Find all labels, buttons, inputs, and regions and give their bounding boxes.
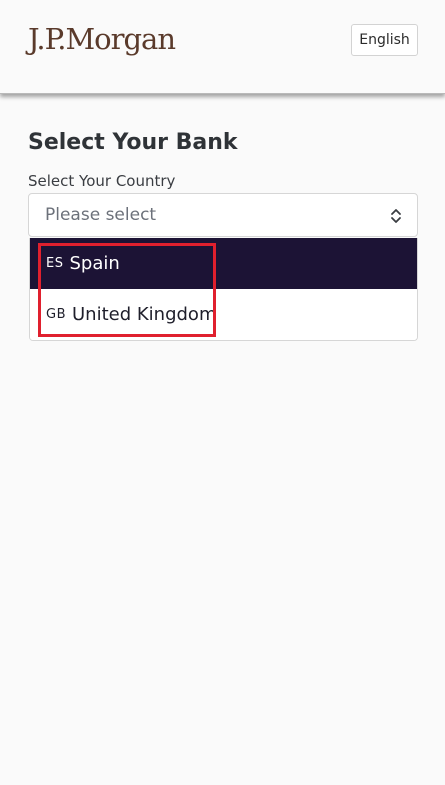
- country-name: Spain: [69, 253, 120, 274]
- option-spain[interactable]: ES Spain: [30, 238, 417, 289]
- country-code: GB: [46, 307, 66, 322]
- page-title: Select Your Bank: [28, 130, 238, 155]
- country-label: Select Your Country: [28, 172, 176, 190]
- chevron-up-down-icon: [391, 209, 401, 223]
- country-name: United Kingdom: [72, 304, 217, 325]
- jpmorgan-logo: J.P.Morgan: [28, 22, 176, 56]
- country-select[interactable]: Please select: [28, 193, 418, 237]
- option-united-kingdom[interactable]: GB United Kingdom: [30, 289, 417, 340]
- country-dropdown-list: ES Spain GB United Kingdom: [29, 238, 418, 341]
- country-code: ES: [46, 256, 64, 271]
- language-button[interactable]: English: [351, 24, 418, 56]
- country-select-placeholder: Please select: [45, 205, 157, 225]
- top-header: J.P.Morgan English: [0, 0, 445, 94]
